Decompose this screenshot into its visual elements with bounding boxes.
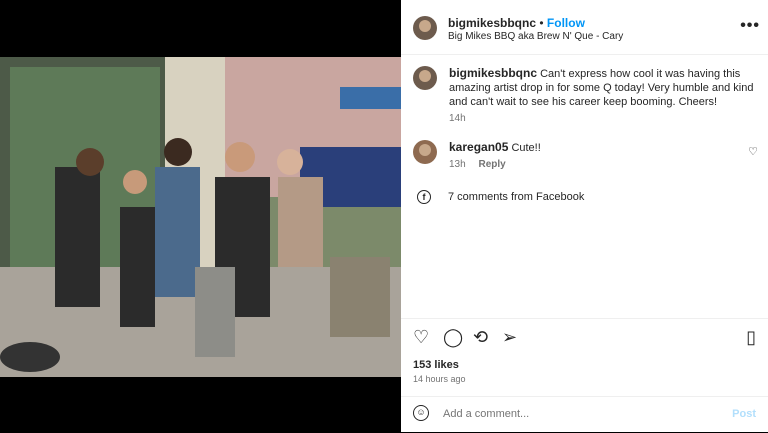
comment-time: 13h <box>449 159 466 170</box>
action-bar: ♡ ◯ ⟲ ➢ ▯ <box>401 318 768 357</box>
comment-like-heart-icon[interactable]: ♡ <box>748 145 758 158</box>
comment-icon[interactable]: ◯ <box>443 328 463 346</box>
comment-item: karegan05 Cute!! 13h Reply ♡ <box>413 140 758 170</box>
comment-input[interactable] <box>441 407 705 421</box>
caption-time: 14h <box>449 113 466 124</box>
photo-illustration <box>0 57 401 377</box>
comment-meta: 13h Reply <box>449 159 758 170</box>
post-timestamp: 14 hours ago <box>413 374 466 384</box>
add-comment-bar: ☺ Post <box>401 396 768 433</box>
author-avatar[interactable] <box>413 16 437 40</box>
facebook-icon: f <box>417 190 431 204</box>
caption-block: bigmikesbbqnc Can't express how cool it … <box>413 66 758 124</box>
more-options-icon[interactable]: ••• <box>740 17 760 35</box>
author-username[interactable]: bigmikesbbqnc <box>448 16 536 30</box>
comment-text: karegan05 Cute!! <box>449 140 758 155</box>
post-comment-button[interactable]: Post <box>732 408 756 420</box>
repost-icon[interactable]: ⟲ <box>473 328 488 346</box>
heart-icon[interactable]: ♡ <box>413 328 429 346</box>
send-icon[interactable]: ➢ <box>502 328 517 346</box>
separator-dot: • <box>539 16 544 30</box>
facebook-comments-label: 7 comments from Facebook <box>448 191 585 203</box>
post-detail-panel: bigmikesbbqnc • Follow Big Mikes BBQ aka… <box>401 0 768 432</box>
caption-author-avatar[interactable] <box>413 66 437 90</box>
facebook-comments-link[interactable]: f 7 comments from Facebook <box>417 190 584 204</box>
caption-text: bigmikesbbqnc Can't express how cool it … <box>449 66 758 109</box>
bookmark-icon[interactable]: ▯ <box>746 328 756 346</box>
emoji-icon[interactable]: ☺ <box>413 405 429 421</box>
follow-button[interactable]: Follow <box>547 16 585 30</box>
caption-username[interactable]: bigmikesbbqnc <box>449 66 537 80</box>
reply-button[interactable]: Reply <box>478 159 505 170</box>
post-photo[interactable] <box>0 57 401 377</box>
likes-count[interactable]: 153 likes <box>413 359 459 371</box>
author-line: bigmikesbbqnc • Follow <box>448 16 585 30</box>
post-media-pane <box>0 0 401 432</box>
comment-body: Cute!! <box>511 142 541 154</box>
post-header: bigmikesbbqnc • Follow Big Mikes BBQ aka… <box>401 0 768 55</box>
location-link[interactable]: Big Mikes BBQ aka Brew N' Que - Cary <box>448 31 623 42</box>
commenter-avatar[interactable] <box>413 140 437 164</box>
commenter-username[interactable]: karegan05 <box>449 140 508 154</box>
